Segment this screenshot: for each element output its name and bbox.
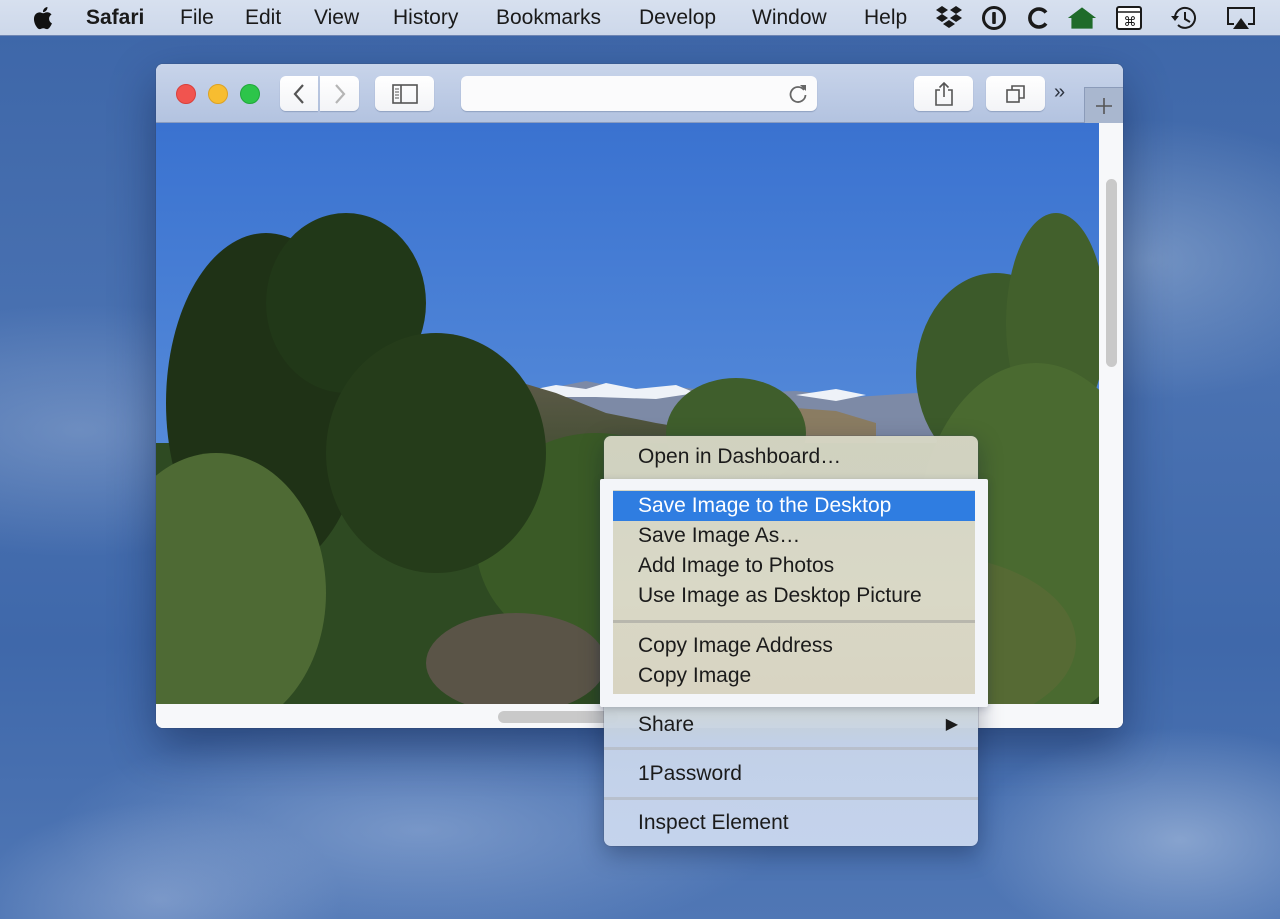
new-tab-button[interactable] bbox=[1084, 87, 1123, 123]
chevron-right-icon bbox=[334, 83, 345, 104]
back-button[interactable] bbox=[280, 76, 318, 111]
menu-bar: Safari File Edit View History Bookmarks … bbox=[0, 0, 1280, 36]
menu-separator bbox=[604, 797, 978, 800]
menu-window[interactable]: Window bbox=[752, 0, 827, 36]
menu-item-use-image-as-desktop-picture[interactable]: Use Image as Desktop Picture bbox=[613, 581, 975, 611]
close-window-button[interactable] bbox=[176, 84, 196, 104]
show-sidebar-button[interactable] bbox=[375, 76, 434, 111]
command-key-icon[interactable]: ⌘ bbox=[1114, 4, 1144, 32]
menu-bookmarks[interactable]: Bookmarks bbox=[496, 0, 601, 36]
time-machine-icon[interactable] bbox=[1169, 4, 1199, 32]
menu-develop[interactable]: Develop bbox=[639, 0, 716, 36]
menu-file[interactable]: File bbox=[180, 0, 214, 36]
c-app-icon[interactable] bbox=[1024, 4, 1054, 32]
share-button[interactable] bbox=[914, 76, 973, 111]
menu-view[interactable]: View bbox=[314, 0, 359, 36]
dropbox-icon[interactable] bbox=[934, 4, 964, 32]
menu-separator bbox=[613, 620, 975, 623]
toolbar: » bbox=[156, 64, 1123, 123]
toolbar-overflow-button[interactable]: » bbox=[1054, 81, 1065, 104]
menu-help[interactable]: Help bbox=[864, 0, 907, 36]
forward-button[interactable] bbox=[320, 76, 359, 111]
menu-safari[interactable]: Safari bbox=[86, 0, 144, 36]
menu-item-open-in-dashboard[interactable]: Open in Dashboard… bbox=[604, 442, 978, 472]
submenu-arrow-icon: ▶ bbox=[945, 716, 958, 733]
horizontal-scrollbar-thumb[interactable] bbox=[498, 711, 618, 723]
reload-icon[interactable] bbox=[787, 82, 809, 104]
menu-separator bbox=[604, 747, 978, 750]
menu-item-inspect-element[interactable]: Inspect Element bbox=[604, 808, 978, 838]
tabs-overview-icon bbox=[1005, 84, 1025, 103]
vertical-scrollbar-thumb[interactable] bbox=[1106, 179, 1117, 367]
plus-icon bbox=[1096, 97, 1112, 114]
zoom-window-button[interactable] bbox=[240, 84, 260, 104]
menu-edit[interactable]: Edit bbox=[245, 0, 281, 36]
home-icon[interactable] bbox=[1067, 4, 1097, 32]
svg-text:⌘: ⌘ bbox=[1124, 15, 1137, 30]
apple-logo-icon[interactable] bbox=[32, 6, 54, 30]
menu-item-add-image-to-photos[interactable]: Add Image to Photos bbox=[613, 551, 975, 581]
chevron-left-icon bbox=[293, 83, 304, 104]
menu-item-share[interactable]: Share ▶ bbox=[604, 710, 978, 740]
menu-item-save-image-as[interactable]: Save Image As… bbox=[613, 521, 975, 551]
show-all-tabs-button[interactable] bbox=[986, 76, 1045, 111]
menu-item-label: Share bbox=[638, 713, 695, 736]
airplay-icon[interactable] bbox=[1226, 4, 1256, 32]
1password-icon[interactable] bbox=[979, 4, 1009, 32]
menu-item-copy-image[interactable]: Copy Image bbox=[613, 661, 975, 691]
menu-history[interactable]: History bbox=[393, 0, 458, 36]
minimize-window-button[interactable] bbox=[208, 84, 228, 104]
sidebar-icon bbox=[391, 83, 418, 104]
address-bar[interactable] bbox=[461, 76, 817, 111]
menu-item-save-image-to-desktop[interactable]: Save Image to the Desktop bbox=[613, 491, 975, 521]
menu-item-1password[interactable]: 1Password bbox=[604, 759, 978, 789]
menu-item-copy-image-address[interactable]: Copy Image Address bbox=[613, 631, 975, 661]
share-icon bbox=[934, 81, 953, 106]
